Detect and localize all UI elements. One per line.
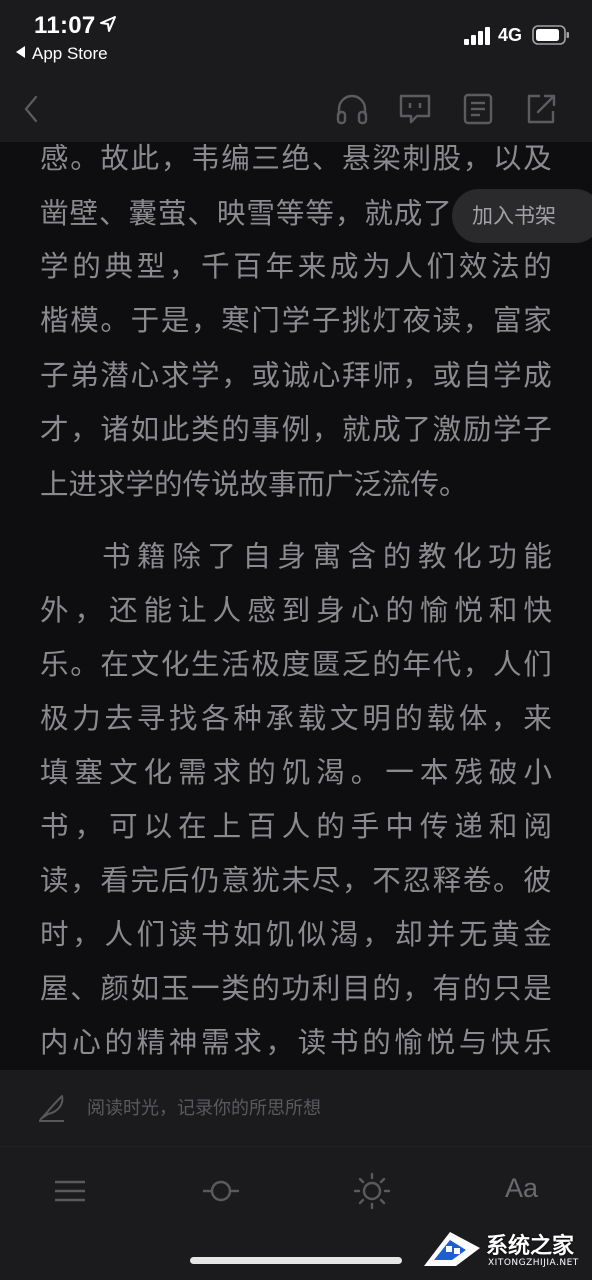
text-line: 书籍除了自身寓含的教化功能 bbox=[102, 540, 552, 573]
note-placeholder: 阅读时光，记录你的所思所想 bbox=[87, 1098, 321, 1119]
brightness-button[interactable] bbox=[352, 1171, 392, 1211]
text-line: 极力去寻找各种承载文明的载体，来 bbox=[40, 702, 552, 735]
watermark-title: 系统之家 bbox=[486, 1234, 575, 1259]
location-arrow-icon bbox=[100, 16, 116, 32]
text-line: 上进求学的传说故事而广泛流传。 bbox=[40, 468, 468, 501]
watermark: 系统之家 XITONGZHIJIA.NET bbox=[418, 1224, 592, 1280]
progress-slider-icon bbox=[203, 1180, 239, 1202]
back-app-label: App Store bbox=[32, 44, 108, 63]
text-line: 时，人们读书如饥似渴，却并无黄金 bbox=[40, 918, 552, 951]
comments-button[interactable] bbox=[397, 91, 433, 127]
comment-icon bbox=[399, 94, 431, 124]
feather-pen-icon bbox=[39, 1095, 64, 1122]
reader-top-bar bbox=[0, 76, 592, 142]
contents-icon bbox=[463, 93, 493, 125]
catalog-button[interactable] bbox=[50, 1171, 90, 1211]
back-button[interactable] bbox=[14, 91, 50, 127]
watermark-logo-icon bbox=[424, 1232, 480, 1266]
back-chevron-icon bbox=[24, 95, 38, 123]
status-time: 11:07 bbox=[34, 12, 96, 39]
text-line: 屋、颜如玉一类的功利目的，有的只是 bbox=[40, 972, 552, 1005]
text-line: 外，还能让人感到身心的愉悦和快 bbox=[40, 594, 552, 627]
brightness-icon bbox=[353, 1172, 391, 1210]
text-line: 凿壁、囊萤、映雪等等，就成了 bbox=[40, 197, 452, 230]
share-icon bbox=[527, 94, 556, 124]
text-line: 乐。在文化生活极度匮乏的年代，人们 bbox=[40, 648, 552, 681]
note-bar[interactable]: 阅读时光，记录你的所思所想 bbox=[0, 1070, 592, 1147]
progress-button[interactable] bbox=[201, 1171, 241, 1211]
listen-button[interactable] bbox=[334, 91, 370, 127]
text-line: 学的典型，千百年来成为人们效法的 bbox=[40, 250, 552, 283]
reading-page[interactable]: 感。故此，韦编三绝、悬梁刺股，以及 凿壁、囊萤、映雪等等，就成了 学的典型，千百… bbox=[0, 142, 592, 1070]
text-line: 填塞文化需求的饥渴。一本残破小 bbox=[40, 756, 552, 789]
contents-button[interactable] bbox=[460, 91, 496, 127]
watermark-url: XITONGZHIJIA.NET bbox=[488, 1258, 579, 1268]
font-settings-button[interactable]: Aa bbox=[505, 1173, 538, 1204]
back-triangle-icon bbox=[16, 46, 25, 58]
status-bar: 11:07 App Store 4G bbox=[0, 0, 592, 76]
network-type: 4G bbox=[498, 25, 523, 45]
home-indicator[interactable] bbox=[190, 1257, 402, 1264]
text-line: 读，看完后仍意犹未尽，不忍释卷。彼 bbox=[40, 864, 552, 897]
signal-icon bbox=[464, 27, 490, 45]
text-line: 书，可以在上百人的手中传递和阅 bbox=[40, 810, 552, 843]
headphones-icon bbox=[336, 94, 368, 125]
battery-icon bbox=[532, 25, 569, 45]
back-to-app-store-link[interactable]: App Store bbox=[16, 44, 108, 64]
text-line: 子弟潜心求学，或诚心拜师，或自学成 bbox=[40, 359, 552, 392]
text-line: 内心的精神需求，读书的愉悦与快乐 bbox=[40, 1026, 552, 1059]
text-line: 才，诸如此类的事例，就成了激励学子 bbox=[40, 413, 552, 446]
share-button[interactable] bbox=[523, 91, 559, 127]
menu-icon bbox=[55, 1180, 85, 1202]
text-line: 楷模。于是，寒门学子挑灯夜读，富家 bbox=[40, 304, 552, 337]
text-line: 感。故此，韦编三绝、悬梁刺股，以及 bbox=[40, 142, 552, 175]
add-to-shelf-button[interactable]: 加入书架 bbox=[452, 189, 592, 243]
